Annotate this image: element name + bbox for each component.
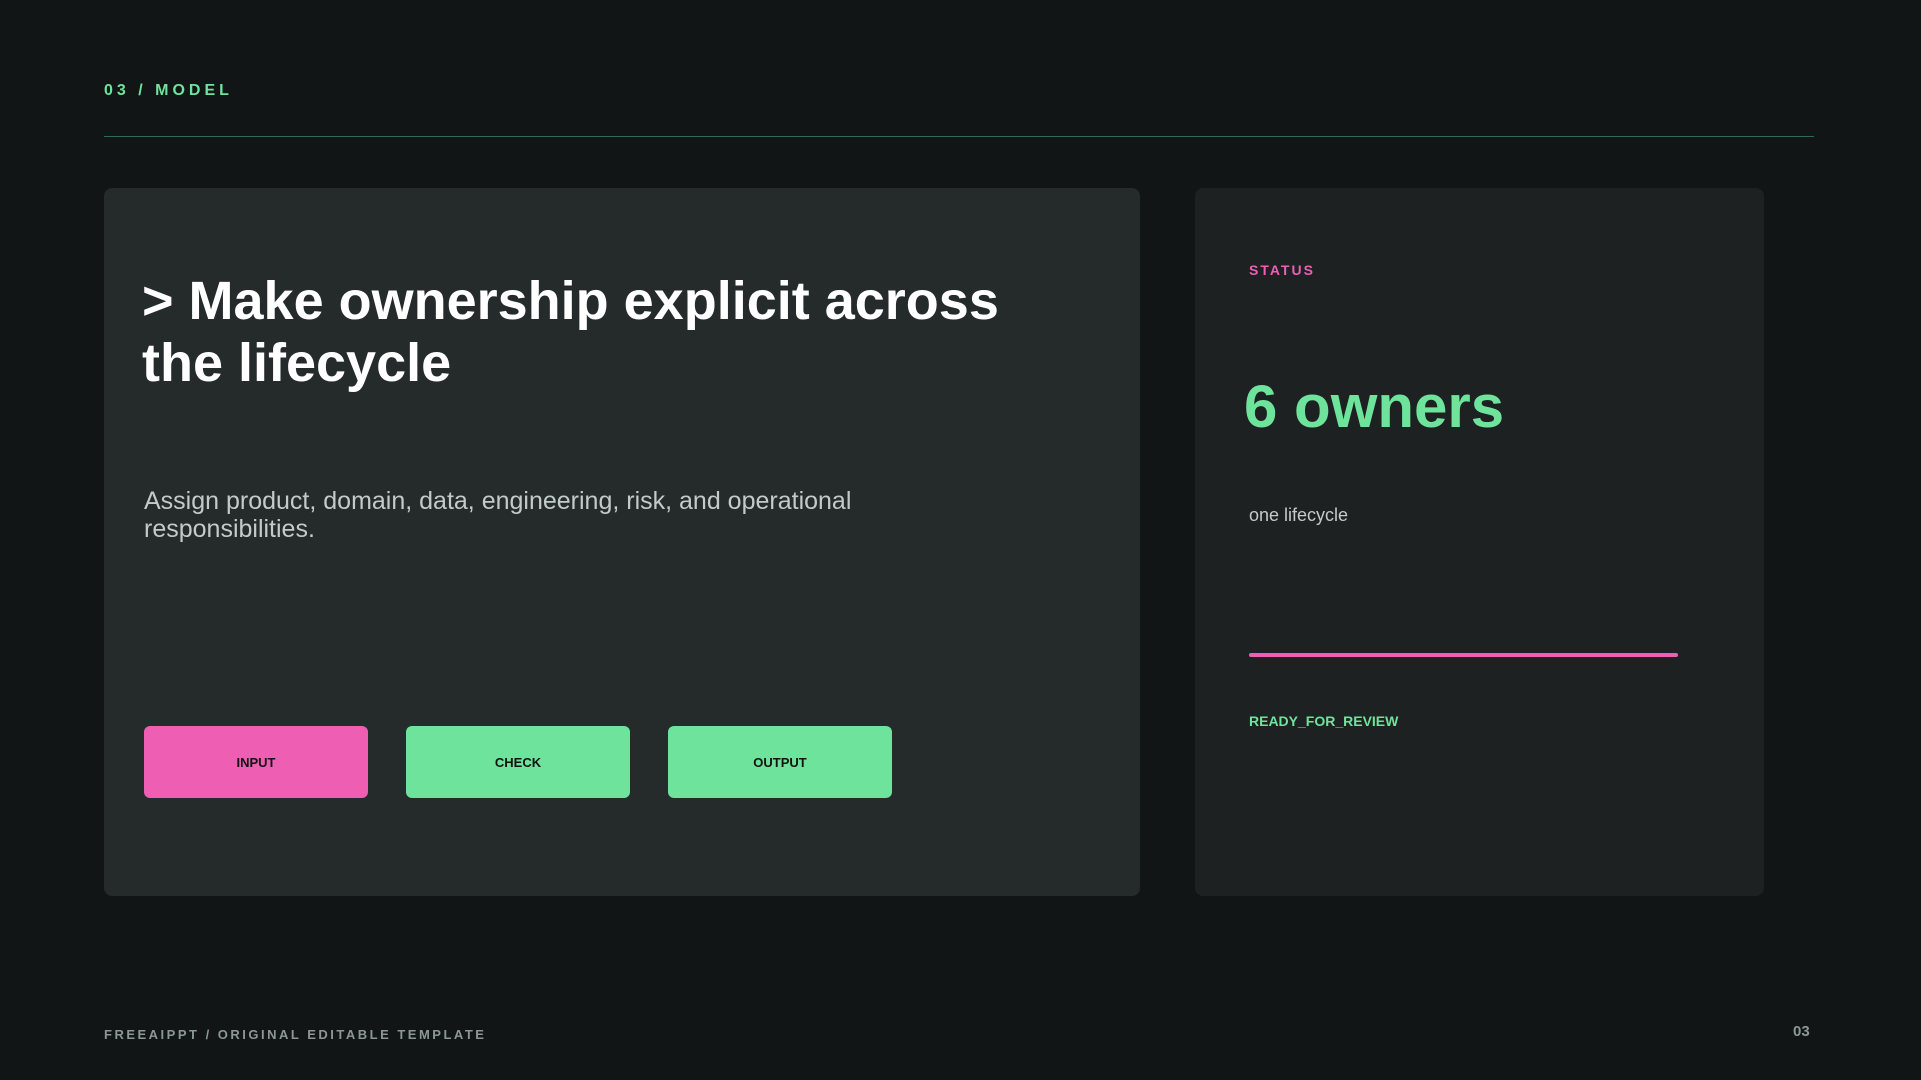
owners-metric: 6 owners bbox=[1244, 373, 1505, 440]
status-label: STATUS bbox=[1249, 262, 1315, 278]
step-check-button[interactable]: CHECK bbox=[406, 726, 630, 798]
step-output-button[interactable]: OUTPUT bbox=[668, 726, 892, 798]
headline: > Make ownership explicit across the lif… bbox=[142, 271, 999, 393]
progress-bar bbox=[1249, 653, 1678, 657]
status-card: STATUS 6 owners one lifecycle READY_FOR_… bbox=[1195, 188, 1764, 896]
step-input-button[interactable]: INPUT bbox=[144, 726, 368, 798]
progress-fill bbox=[1249, 653, 1678, 657]
slide: 03 / MODEL > Make ownership explicit acr… bbox=[0, 0, 1921, 1080]
metric-caption: one lifecycle bbox=[1249, 505, 1349, 525]
footer-label: FREEAIPPT / ORIGINAL EDITABLE TEMPLATE bbox=[104, 1027, 487, 1042]
review-state: READY_FOR_REVIEW bbox=[1249, 713, 1399, 729]
section-label: 03 / MODEL bbox=[104, 82, 233, 99]
divider bbox=[104, 136, 1814, 137]
page-number: 03 bbox=[1793, 1023, 1810, 1040]
description: Assign product, domain, data, engineerin… bbox=[144, 487, 852, 543]
main-card: > Make ownership explicit across the lif… bbox=[104, 188, 1140, 896]
